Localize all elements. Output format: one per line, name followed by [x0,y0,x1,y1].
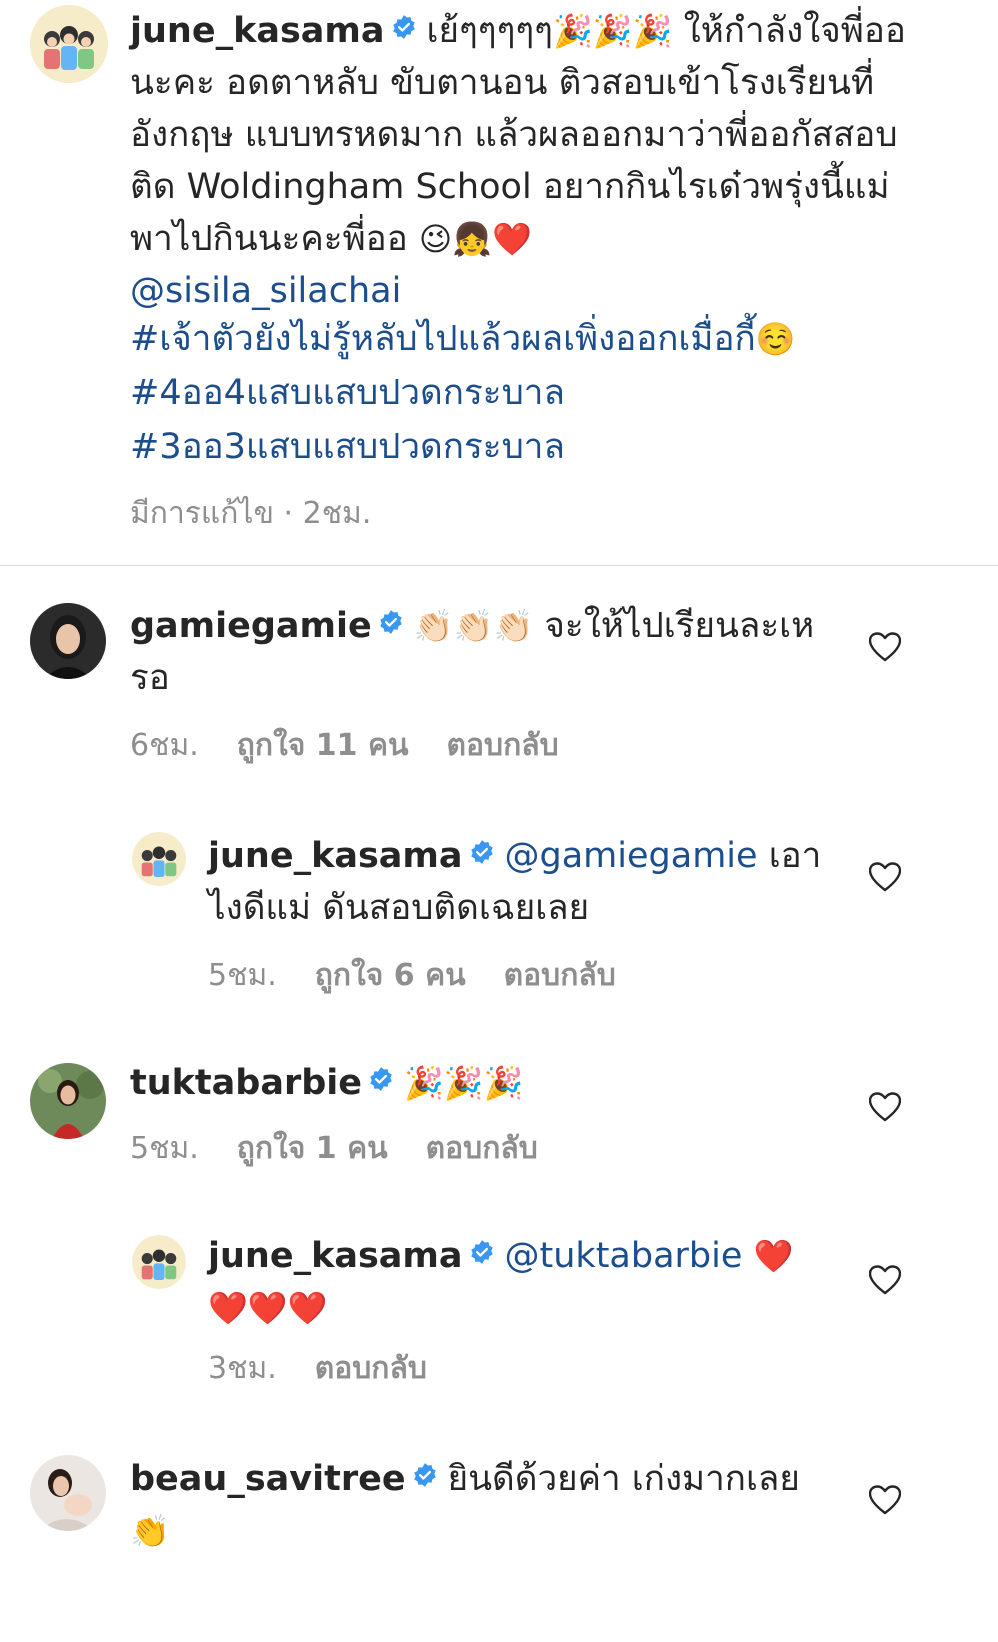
caption-text: june_kasama เย้ๆๆๆๆๆ🎉🎉🎉 ให้กำลังใจพี่ออนะ… [130,5,930,317]
comment-meta: 5ชม. ถูกใจ 1 คน ตอบกลับ [130,1125,576,1172]
comment-text: june_kasama @tuktabarbie ❤️❤️❤️❤️ [208,1230,828,1334]
comment-text: tuktabarbie 🎉🎉🎉 [130,1057,830,1109]
avatar[interactable] [132,832,186,886]
heart-icon[interactable] [869,862,901,892]
heart-icon[interactable] [869,1265,901,1295]
verified-icon [368,1066,394,1092]
verified-icon [391,14,417,40]
verified-icon [469,839,495,865]
hashtag-emoji: ☺️ [755,320,796,358]
comment-username[interactable]: beau_savitree [130,1459,406,1499]
comment-meta: 5ชม. ถูกใจ 6 คน ตอบกลับ [208,952,654,999]
reply-button[interactable]: ตอบกลับ [315,1351,427,1386]
comment-username[interactable]: june_kasama [208,1236,463,1276]
hashtag-1[interactable]: #เจ้าตัวยังไม่รู้หลับไปแล้วผลเพิ่งออกเมื… [130,319,756,359]
comment-time: 3ชม. [208,1351,277,1386]
comment-mention[interactable]: @tuktabarbie [505,1236,743,1276]
comment-username[interactable]: june_kasama [208,836,463,876]
verified-icon [469,1239,495,1265]
comment-time: 5ชม. [208,958,277,993]
avatar[interactable] [30,5,108,83]
caption-end-emojis: 😉👧❤️ [418,220,532,258]
comment-username[interactable]: tuktabarbie [130,1063,362,1103]
comment-likes[interactable]: ถูกใจ 1 คน [237,1131,388,1166]
comment-time: 6ชม. [130,728,199,763]
caption-username[interactable]: june_kasama [130,11,385,51]
clap-emoji: 👏 [130,1512,170,1550]
verified-icon [378,609,404,635]
reply-button[interactable]: ตอบกลับ [447,728,559,763]
caption-meta: มีการแก้ไข · 2ชม. [130,496,372,531]
heart-icon[interactable] [869,1092,901,1122]
divider [0,565,998,566]
hashtag-2[interactable]: #4ออ4แสบแสบปวดกระบาล [130,373,565,413]
comment-likes[interactable]: ถูกใจ 6 คน [315,958,466,993]
comment-likes[interactable]: ถูกใจ 11 คน [237,728,409,763]
avatar[interactable] [30,603,106,679]
caption-mention[interactable]: @sisila_silachai [130,271,401,311]
caption-text-part1: เย้ๆๆๆๆๆ [426,11,553,51]
comment-meta: 3ชม. ตอบกลับ [208,1345,465,1392]
party-emojis: 🎉🎉🎉 [552,12,673,50]
avatar[interactable] [30,1063,106,1139]
avatar[interactable] [30,1455,106,1531]
avatar[interactable] [132,1235,186,1289]
party-emojis: 🎉🎉🎉 [404,1064,524,1102]
comment-text: gamiegamie 👏🏻👏🏻👏🏻 จะให้ไปเรียนละเหรอ [130,600,830,704]
caption-hashtags: #เจ้าตัวยังไม่รู้หลับไปแล้วผลเพิ่งออกเมื… [130,312,950,474]
heart-icon[interactable] [869,632,901,662]
comment-time: 5ชม. [130,1131,199,1166]
comment-meta: 6ชม. ถูกใจ 11 คน ตอบกลับ [130,722,597,769]
comment-mention[interactable]: @gamiegamie [505,836,758,876]
comment-body: ยินดีด้วยค่า เก่งมากเลย [447,1459,800,1499]
comment-text: beau_savitree ยินดีด้วยค่า เก่งมากเลย 👏 [130,1453,830,1557]
comment-text: june_kasama @gamiegamie เอาไงดีแม่ ดันสอบ… [208,830,828,934]
clap-emojis: 👏🏻👏🏻👏🏻 [413,607,534,645]
verified-icon [412,1462,438,1488]
hashtag-3[interactable]: #3ออ3แสบแสบปวดกระบาล [130,427,565,467]
heart-icon[interactable] [869,1485,901,1515]
reply-button[interactable]: ตอบกลับ [426,1131,538,1166]
reply-button[interactable]: ตอบกลับ [504,958,616,993]
comment-username[interactable]: gamiegamie [130,606,372,646]
